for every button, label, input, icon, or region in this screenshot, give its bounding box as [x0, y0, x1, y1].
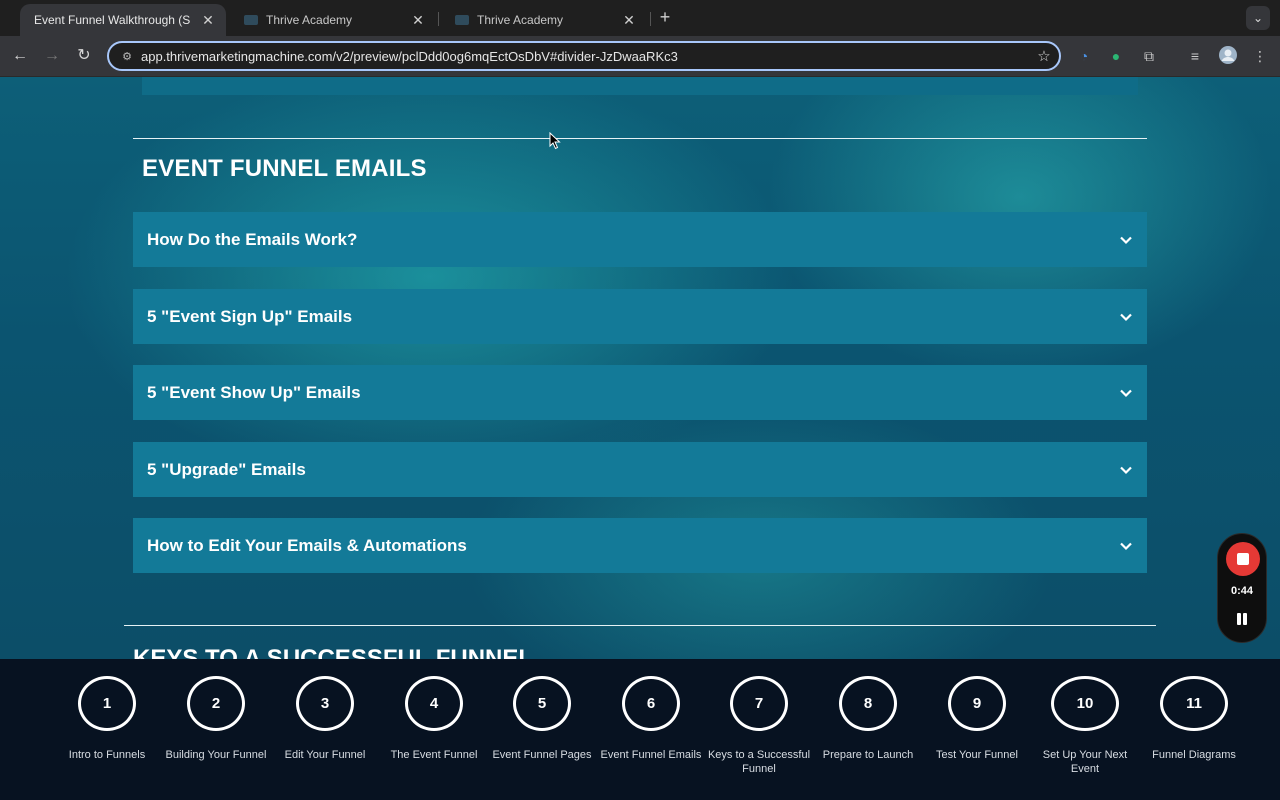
accordion-how-emails-work[interactable]: How Do the Emails Work?: [133, 212, 1147, 267]
extension-c-icon[interactable]: ◔: [1073, 45, 1095, 67]
recording-timer: 0:44: [1230, 585, 1254, 597]
reload-icon[interactable]: ↻: [72, 44, 96, 68]
step-11[interactable]: 11 Funnel Diagrams: [1139, 676, 1249, 762]
step-number: 3: [296, 676, 354, 731]
step-label: Event Funnel Pages: [492, 749, 592, 761]
url-text[interactable]: app.thrivemarketingmachine.com/v2/previe…: [141, 49, 1029, 64]
accordion-event-show-up[interactable]: 5 "Event Show Up" Emails: [133, 365, 1147, 420]
tab-search-button[interactable]: ⌄: [1246, 6, 1270, 30]
step-number: 2: [187, 676, 245, 731]
step-number: 6: [622, 676, 680, 731]
step-6[interactable]: 6 Event Funnel Emails: [596, 676, 706, 762]
step-label: Prepare to Launch: [822, 749, 914, 761]
step-9[interactable]: 9 Test Your Funnel: [922, 676, 1032, 762]
mouse-cursor-icon: [549, 132, 561, 150]
accordion-label: 5 "Event Show Up" Emails: [147, 382, 361, 402]
tab-event-funnel[interactable]: Event Funnel Walkthrough (S ✕: [20, 4, 226, 36]
step-7[interactable]: 7 Keys to a Successful Funnel: [704, 676, 814, 776]
accordion-label: 5 "Event Sign Up" Emails: [147, 306, 353, 326]
stop-recording-button[interactable]: [1226, 542, 1260, 576]
step-5[interactable]: 5 Event Funnel Pages: [487, 676, 597, 762]
tab-separator: [438, 12, 439, 26]
step-number: 10: [1051, 676, 1119, 731]
accordion-label: 5 "Upgrade" Emails: [147, 459, 306, 479]
step-number: 4: [405, 676, 463, 731]
step-10[interactable]: 10 Set Up Your Next Event: [1030, 676, 1140, 776]
chevron-down-icon: [1120, 389, 1132, 397]
forward-icon[interactable]: →: [40, 44, 64, 68]
chevron-down-icon: [1120, 542, 1132, 550]
accordion-edit-emails[interactable]: How to Edit Your Emails & Automations: [133, 518, 1147, 573]
step-number: 9: [948, 676, 1006, 731]
chevron-down-icon: [1120, 236, 1132, 244]
section-title: EVENT FUNNEL EMAILS: [142, 155, 427, 182]
address-bar[interactable]: ⚙ app.thrivemarketingmachine.com/v2/prev…: [107, 41, 1061, 71]
step-4[interactable]: 4 The Event Funnel: [379, 676, 489, 762]
tab-separator: [650, 12, 651, 26]
step-label: Set Up Your Next Event: [1042, 749, 1128, 775]
step-label: Edit Your Funnel: [284, 749, 366, 761]
page-content: EVENT FUNNEL EMAILS How Do the Emails Wo…: [0, 77, 1280, 659]
tab-thrive-academy[interactable]: Thrive Academy ✕: [230, 4, 436, 36]
tab-bar: Event Funnel Walkthrough (S ✕ Thrive Aca…: [0, 0, 1280, 36]
next-section-title: KEYS TO A SUCCESSFUL FUNNEL: [133, 645, 534, 659]
favicon-icon: [455, 15, 469, 25]
pause-icon[interactable]: [1234, 611, 1250, 627]
site-info-icon[interactable]: ⚙: [113, 50, 141, 63]
tab-title: Event Funnel Walkthrough (S: [34, 13, 191, 27]
browser-toolbar: ← → ↻ ⚙ app.thrivemarketingmachine.com/v…: [0, 36, 1280, 77]
chevron-down-icon: [1120, 466, 1132, 474]
step-1[interactable]: 1 Intro to Funnels: [52, 676, 162, 762]
close-icon[interactable]: ✕: [621, 12, 637, 29]
accordion-event-sign-up[interactable]: 5 "Event Sign Up" Emails: [133, 289, 1147, 344]
extensions-puzzle-icon[interactable]: ⧉: [1138, 45, 1160, 67]
accordion-label: How to Edit Your Emails & Automations: [147, 535, 467, 555]
step-label: Keys to a Successful Funnel: [707, 749, 811, 775]
screen-recorder: 0:44: [1217, 533, 1267, 643]
bookmark-star-icon[interactable]: ☆: [1029, 47, 1059, 65]
close-icon[interactable]: ✕: [410, 12, 426, 29]
step-label: Funnel Diagrams: [1152, 749, 1236, 761]
step-3[interactable]: 3 Edit Your Funnel: [270, 676, 380, 762]
step-label: Test Your Funnel: [936, 749, 1018, 761]
accordion-label: How Do the Emails Work?: [147, 229, 358, 249]
step-number: 5: [513, 676, 571, 731]
chevron-down-icon: [1120, 313, 1132, 321]
step-number: 8: [839, 676, 897, 731]
grammarly-icon[interactable]: ●: [1105, 45, 1127, 67]
profile-avatar[interactable]: [1217, 45, 1239, 67]
close-icon[interactable]: ✕: [200, 12, 216, 29]
tab-title: Thrive Academy: [266, 13, 353, 27]
more-menu-icon[interactable]: ⋮: [1249, 45, 1271, 67]
step-number: 1: [78, 676, 136, 731]
section-divider: [133, 138, 1147, 139]
favicon-icon: [244, 15, 258, 25]
previous-accordion-edge: [142, 77, 1138, 95]
step-2[interactable]: 2 Building Your Funnel: [161, 676, 271, 762]
step-label: Building Your Funnel: [165, 749, 267, 761]
step-label: The Event Funnel: [390, 749, 478, 761]
tab-thrive-academy-2[interactable]: Thrive Academy ✕: [441, 4, 647, 36]
step-navigation: 1 Intro to Funnels 2 Building Your Funne…: [0, 659, 1280, 800]
step-label: Event Funnel Emails: [600, 749, 702, 761]
step-number: 11: [1160, 676, 1228, 731]
back-icon[interactable]: ←: [8, 44, 32, 68]
media-control-icon[interactable]: ≡: [1184, 45, 1206, 67]
tab-title: Thrive Academy: [477, 13, 564, 27]
step-label: Intro to Funnels: [68, 749, 146, 761]
step-number: 7: [730, 676, 788, 731]
section-divider: [124, 625, 1156, 626]
step-8[interactable]: 8 Prepare to Launch: [813, 676, 923, 762]
new-tab-button[interactable]: +: [654, 6, 676, 28]
accordion-upgrade[interactable]: 5 "Upgrade" Emails: [133, 442, 1147, 497]
